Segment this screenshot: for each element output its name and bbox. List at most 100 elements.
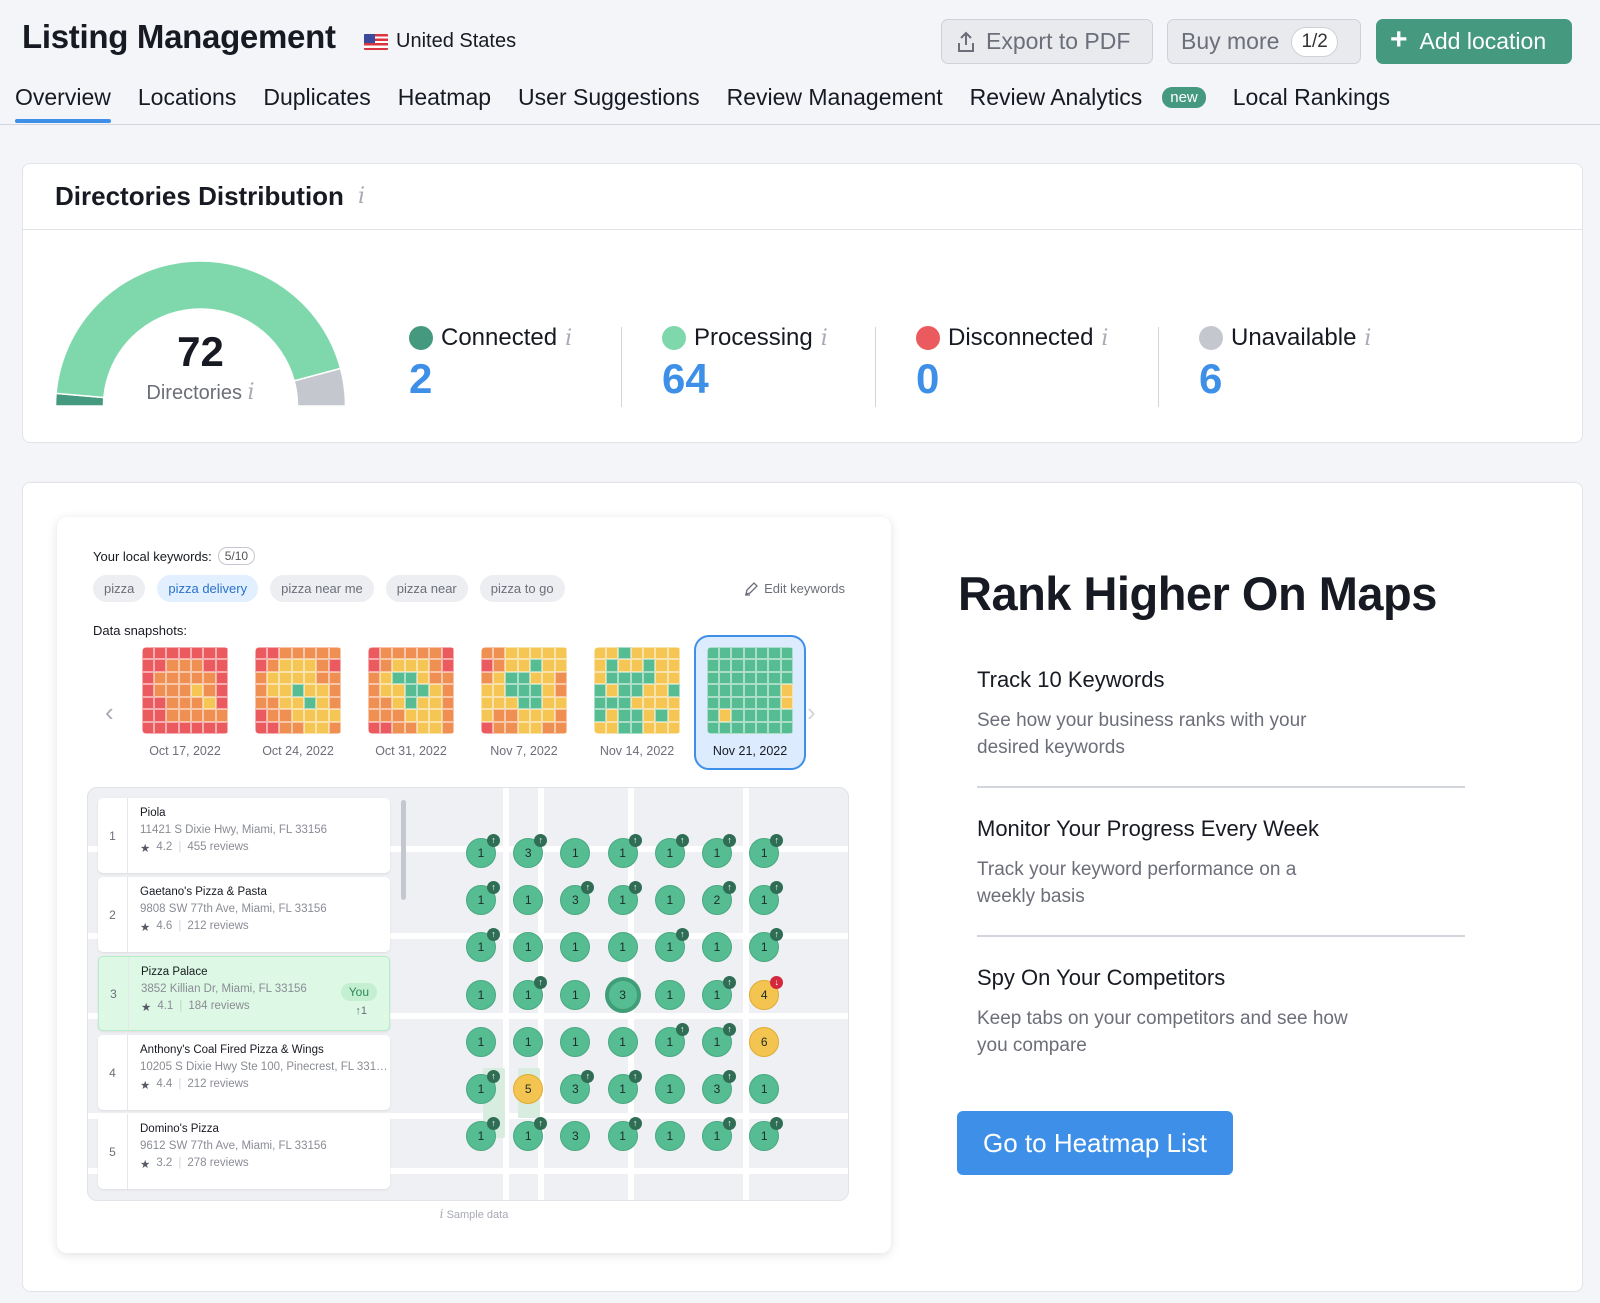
edit-keywords-link[interactable]: Edit keywords [744, 581, 845, 596]
rank-pin[interactable]: 1 [749, 1074, 780, 1104]
rank-pin[interactable]: 3 ↑ [560, 1070, 595, 1104]
keyword-chip[interactable]: pizza delivery [157, 575, 259, 602]
stat-value[interactable]: 6 [1199, 358, 1371, 400]
rank-pin[interactable]: 1 ↑ [749, 834, 784, 868]
rank-pin[interactable]: 1 [654, 1074, 685, 1104]
tab-heatmap[interactable]: Heatmap [398, 84, 491, 123]
keyword-chip[interactable]: pizza to go [479, 575, 565, 602]
snapshot-item[interactable]: Nov 21, 2022 [694, 635, 806, 770]
rank-pin[interactable]: 5 [513, 1074, 544, 1104]
disconnected-dot-icon [916, 326, 940, 350]
rank-pin[interactable]: 1 [654, 979, 685, 1010]
rank-pin[interactable]: 1 ↑ [607, 1117, 642, 1152]
tab-review-analytics[interactable]: Review Analytics new [970, 84, 1206, 123]
rank-pin[interactable]: 3 [604, 976, 641, 1013]
rank-pin[interactable]: 1 [560, 838, 591, 868]
heatmap-cell [780, 721, 794, 734]
rank-pin[interactable]: 1 [560, 932, 591, 963]
competitor-item[interactable]: 4 Anthony's Coal Fired Pizza & Wings 102… [98, 1035, 390, 1110]
info-icon[interactable]: i [248, 380, 255, 405]
snapshot-item[interactable]: Oct 24, 2022 [254, 647, 342, 758]
stat-value[interactable]: 2 [409, 358, 572, 400]
heatmap-cell [618, 647, 631, 660]
keyword-chip[interactable]: pizza near [385, 575, 468, 602]
rank-pin[interactable]: 1 ↑ [466, 834, 500, 868]
rank-pin[interactable]: 1 [466, 1026, 496, 1057]
rank-pin[interactable]: 3 [560, 1121, 591, 1152]
heatmap-cell [166, 659, 179, 672]
rank-pin[interactable]: 1 ↑ [466, 928, 500, 963]
stat-value[interactable]: 64 [662, 358, 828, 400]
tab-overview[interactable]: Overview [15, 84, 111, 123]
rank-pin[interactable]: 1 ↑ [702, 1022, 736, 1057]
snapshot-item[interactable]: Nov 7, 2022 [480, 647, 568, 758]
stat-value[interactable]: 0 [916, 358, 1108, 400]
rank-pin[interactable]: 1 ↑ [749, 881, 784, 916]
rank-pin[interactable]: 2 ↑ [702, 881, 736, 916]
rank-pin[interactable]: 1 ↑ [654, 1022, 689, 1057]
tab-user-suggestions[interactable]: User Suggestions [518, 84, 700, 123]
competitor-item[interactable]: 1 Piola 11421 S Dixie Hwy, Miami, FL 331… [98, 798, 390, 873]
rank-pin[interactable]: 1 [560, 979, 591, 1010]
heatmap-cell [743, 721, 757, 734]
rank-pin[interactable]: 1 ↑ [654, 834, 689, 868]
chevron-left-icon[interactable]: ‹ [105, 697, 114, 728]
snapshot-item[interactable]: Oct 17, 2022 [141, 647, 229, 758]
country-selector[interactable]: United States [364, 30, 516, 53]
heatmap-cell [667, 684, 681, 697]
snapshot-item[interactable]: Oct 31, 2022 [367, 647, 455, 758]
rank-pin[interactable]: 1 ↑ [654, 928, 689, 963]
info-icon[interactable]: i [1101, 326, 1108, 351]
rank-pin[interactable]: 1 [607, 1026, 638, 1057]
rank-pin[interactable]: 1 ↑ [749, 1117, 784, 1152]
chevron-right-icon[interactable]: › [807, 697, 816, 728]
rank-pin[interactable]: 1 [607, 932, 638, 963]
rank-pin[interactable]: 1 ↑ [702, 1117, 736, 1152]
rank-pin[interactable]: 1 [466, 979, 496, 1010]
snapshot-item[interactable]: Nov 14, 2022 [593, 647, 681, 758]
competitor-item-you[interactable]: 3 Pizza Palace 3852 Killian Dr, Miami, F… [98, 956, 390, 1031]
rank-pin[interactable]: 1 ↑ [513, 975, 548, 1010]
rank-pin[interactable]: 1 [560, 1026, 591, 1057]
rank-pin[interactable]: 1 ↑ [466, 881, 500, 916]
tab-review-management[interactable]: Review Management [727, 84, 943, 123]
rank-pin[interactable]: 1 [702, 932, 732, 963]
list-scrollbar[interactable] [401, 800, 406, 900]
rank-pin[interactable]: 1 [513, 1026, 544, 1057]
info-icon[interactable]: i [821, 326, 828, 351]
rank-pin[interactable]: 1 [654, 885, 685, 916]
keyword-chip[interactable]: pizza [93, 575, 146, 602]
rank-pin[interactable]: 1 ↑ [702, 975, 736, 1010]
rank-pin[interactable]: 1 ↑ [607, 834, 642, 868]
info-icon[interactable]: i [358, 184, 365, 209]
go-to-heatmap-list-button[interactable]: Go to Heatmap List [957, 1111, 1233, 1175]
rank-pin[interactable]: 1 ↑ [749, 928, 784, 963]
rank-pin[interactable]: 3 ↑ [702, 1070, 736, 1104]
rank-pin[interactable]: 1 ↑ [466, 1117, 500, 1152]
info-icon[interactable]: i [1364, 326, 1371, 351]
keyword-chip[interactable]: pizza near me [270, 575, 374, 602]
rank-pin[interactable]: 1 ↑ [607, 1070, 642, 1104]
info-icon[interactable]: i [565, 326, 572, 351]
rank-pin[interactable]: 4 ↓ [749, 975, 784, 1010]
add-location-button[interactable]: + Add location [1376, 19, 1572, 64]
rank-pin[interactable]: 1 ↑ [607, 881, 642, 916]
competitor-item[interactable]: 5 Domino's Pizza 9612 SW 77th Ave, Miami… [98, 1114, 390, 1189]
competitor-item[interactable]: 2 Gaetano's Pizza & Pasta 9808 SW 77th A… [98, 877, 390, 952]
tab-locations[interactable]: Locations [138, 84, 236, 123]
heatmap-cell [316, 684, 329, 697]
rank-pin[interactable]: 1 ↑ [702, 834, 736, 868]
buy-more-button[interactable]: Buy more 1/2 [1167, 19, 1361, 64]
rank-pin[interactable]: 1 [654, 1121, 685, 1152]
rank-pin[interactable]: 3 ↑ [513, 834, 548, 868]
rank-map[interactable]: 1 Piola 11421 S Dixie Hwy, Miami, FL 331… [87, 787, 849, 1201]
tab-local-rankings[interactable]: Local Rankings [1233, 84, 1390, 123]
rank-pin[interactable]: 3 ↑ [560, 881, 595, 916]
rank-pin[interactable]: 6 [749, 1026, 780, 1057]
export-pdf-button[interactable]: Export to PDF [941, 19, 1153, 64]
heatmap-cell [743, 709, 757, 722]
heatmap-cell [203, 721, 216, 734]
heatmap-cell [191, 647, 204, 660]
rank-pin[interactable]: 1 ↑ [466, 1070, 500, 1104]
tab-duplicates[interactable]: Duplicates [263, 84, 370, 123]
